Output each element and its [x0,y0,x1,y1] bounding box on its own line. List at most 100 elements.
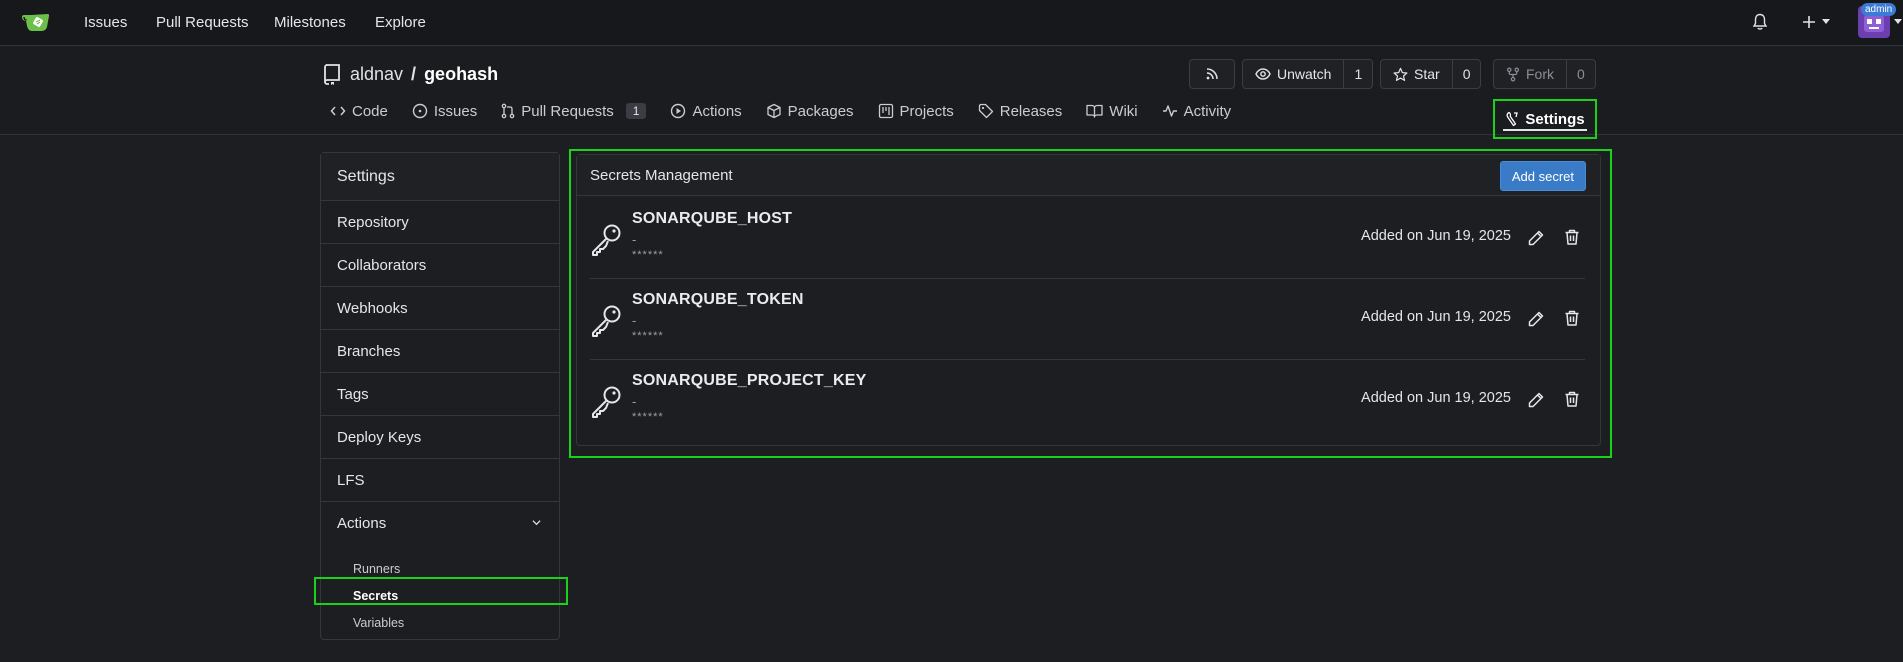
project-icon [878,103,893,119]
key-icon [592,224,621,256]
code-icon [330,106,346,116]
tab-code[interactable]: Code [330,100,388,122]
tab-issues[interactable]: Issues [412,100,477,122]
pencil-icon[interactable] [1527,310,1545,328]
star-button-group: Star 0 [1380,59,1482,89]
fork-button-group: Fork 0 [1493,59,1596,89]
nav-milestones[interactable]: Milestones [274,14,346,31]
key-icon [592,305,621,337]
add-secret-button[interactable]: Add secret [1499,161,1586,191]
fork-label: Fork [1526,66,1554,82]
repo-icon [324,64,340,85]
pulse-icon [1162,105,1177,117]
sidebar-item-deploy-keys[interactable]: Deploy Keys [321,416,559,459]
nav-pull-requests[interactable]: Pull Requests [156,14,249,31]
star-count[interactable]: 0 [1451,60,1481,88]
trash-icon[interactable] [1563,390,1581,408]
repo-name-link[interactable]: geohash [424,64,498,85]
secret-mask: ****** [632,411,664,423]
secret-date: Added on Jun 19, 2025 [1361,390,1511,406]
pencil-icon[interactable] [1527,229,1545,247]
tab-packages-label: Packages [787,102,854,120]
fork-icon [1506,67,1520,81]
key-icon [592,386,621,418]
tag-icon [978,103,993,119]
fork-count: 0 [1566,60,1595,88]
repo-separator: / [411,63,417,84]
tab-settings[interactable]: Settings [1493,99,1597,139]
tab-activity[interactable]: Activity [1162,100,1231,122]
tab-actions[interactable]: Actions [670,100,742,122]
panel-title: Secrets Management [590,166,733,184]
sidebar-item-webhooks[interactable]: Webhooks [321,287,559,330]
tab-packages[interactable]: Packages [766,100,854,122]
nav-explore[interactable]: Explore [375,14,426,31]
secret-description: - [632,313,637,328]
trash-icon[interactable] [1563,309,1581,327]
repo-owner-link[interactable]: aldnav [350,64,403,85]
secret-row: SONARQUBE_PROJECT_KEY - ****** Added on … [590,360,1585,441]
secrets-panel: Secrets Management Add secret SONARQUBE_… [576,154,1601,446]
repo-header: aldnav / geohash Unwatch 1 Star 0 Fork 0… [0,47,1903,139]
trash-icon[interactable] [1563,228,1581,246]
secret-name: SONARQUBE_TOKEN [632,291,804,308]
book-icon [1086,104,1103,118]
tab-pull-requests[interactable]: Pull Requests 1 [501,100,647,122]
top-navbar: Issues Pull Requests Milestones Explore … [0,0,1903,46]
fork-button[interactable]: Fork [1494,60,1566,88]
unwatch-button-group: Unwatch 1 [1242,59,1374,89]
chevron-down-icon[interactable] [532,518,541,527]
secret-mask: ****** [632,249,664,261]
gitea-logo-icon[interactable] [22,10,52,34]
sidebar-item-branches[interactable]: Branches [321,330,559,373]
tab-projects[interactable]: Projects [878,100,954,122]
sidebar-title: Settings [321,153,559,201]
star-icon [1393,67,1408,81]
sidebar-subitem-variables[interactable]: Variables [321,609,559,636]
tool-icon [1506,111,1519,127]
issue-icon [412,103,428,119]
plus-icon[interactable] [1801,14,1817,30]
bell-icon[interactable] [1752,13,1768,31]
tab-code-label: Code [352,102,388,120]
caret-down-icon[interactable] [1822,19,1830,25]
star-button[interactable]: Star [1381,60,1452,88]
secrets-highlight-box [314,577,568,605]
unwatch-button[interactable]: Unwatch [1243,60,1343,88]
secret-row: SONARQUBE_HOST - ****** Added on Jun 19,… [590,198,1585,279]
admin-badge: admin [1861,3,1897,16]
sidebar-item-lfs[interactable]: LFS [321,459,559,502]
repo-tabs: Code Issues Pull Requests 1 Actions Pack… [330,100,1255,122]
sidebar-item-actions-label: Actions [337,515,387,532]
repo-title: aldnav / geohash [322,63,498,85]
panel-header: Secrets Management Add secret [577,155,1600,196]
nav-issues[interactable]: Issues [84,14,127,31]
watch-count[interactable]: 1 [1343,60,1372,88]
tab-wiki[interactable]: Wiki [1086,100,1138,122]
play-icon [671,103,686,119]
rss-button[interactable] [1189,59,1235,89]
tab-issues-label: Issues [433,102,478,120]
pull-request-icon [501,103,515,119]
avatar-caret-down-icon[interactable] [1894,19,1902,25]
secret-description: - [632,232,637,247]
sidebar-item-tags[interactable]: Tags [321,373,559,416]
secret-description: - [632,394,637,409]
sidebar-item-actions[interactable]: Actions [321,502,559,545]
tab-releases-label: Releases [999,102,1063,120]
secret-row: SONARQUBE_TOKEN - ****** Added on Jun 19… [590,279,1585,360]
sidebar-item-repository[interactable]: Repository [321,201,559,244]
eye-icon [1255,68,1271,80]
rss-icon [1206,68,1218,80]
tab-releases[interactable]: Releases [978,100,1063,122]
sidebar-item-collaborators[interactable]: Collaborators [321,244,559,287]
package-icon [767,103,781,119]
secret-date: Added on Jun 19, 2025 [1361,228,1511,244]
tab-wiki-label: Wiki [1109,102,1138,120]
tab-pull-requests-label: Pull Requests [521,102,614,120]
tab-settings-label: Settings [1525,110,1585,128]
pull-requests-count-badge: 1 [625,103,647,119]
pencil-icon[interactable] [1527,391,1545,409]
active-tab-underline [1503,129,1587,131]
